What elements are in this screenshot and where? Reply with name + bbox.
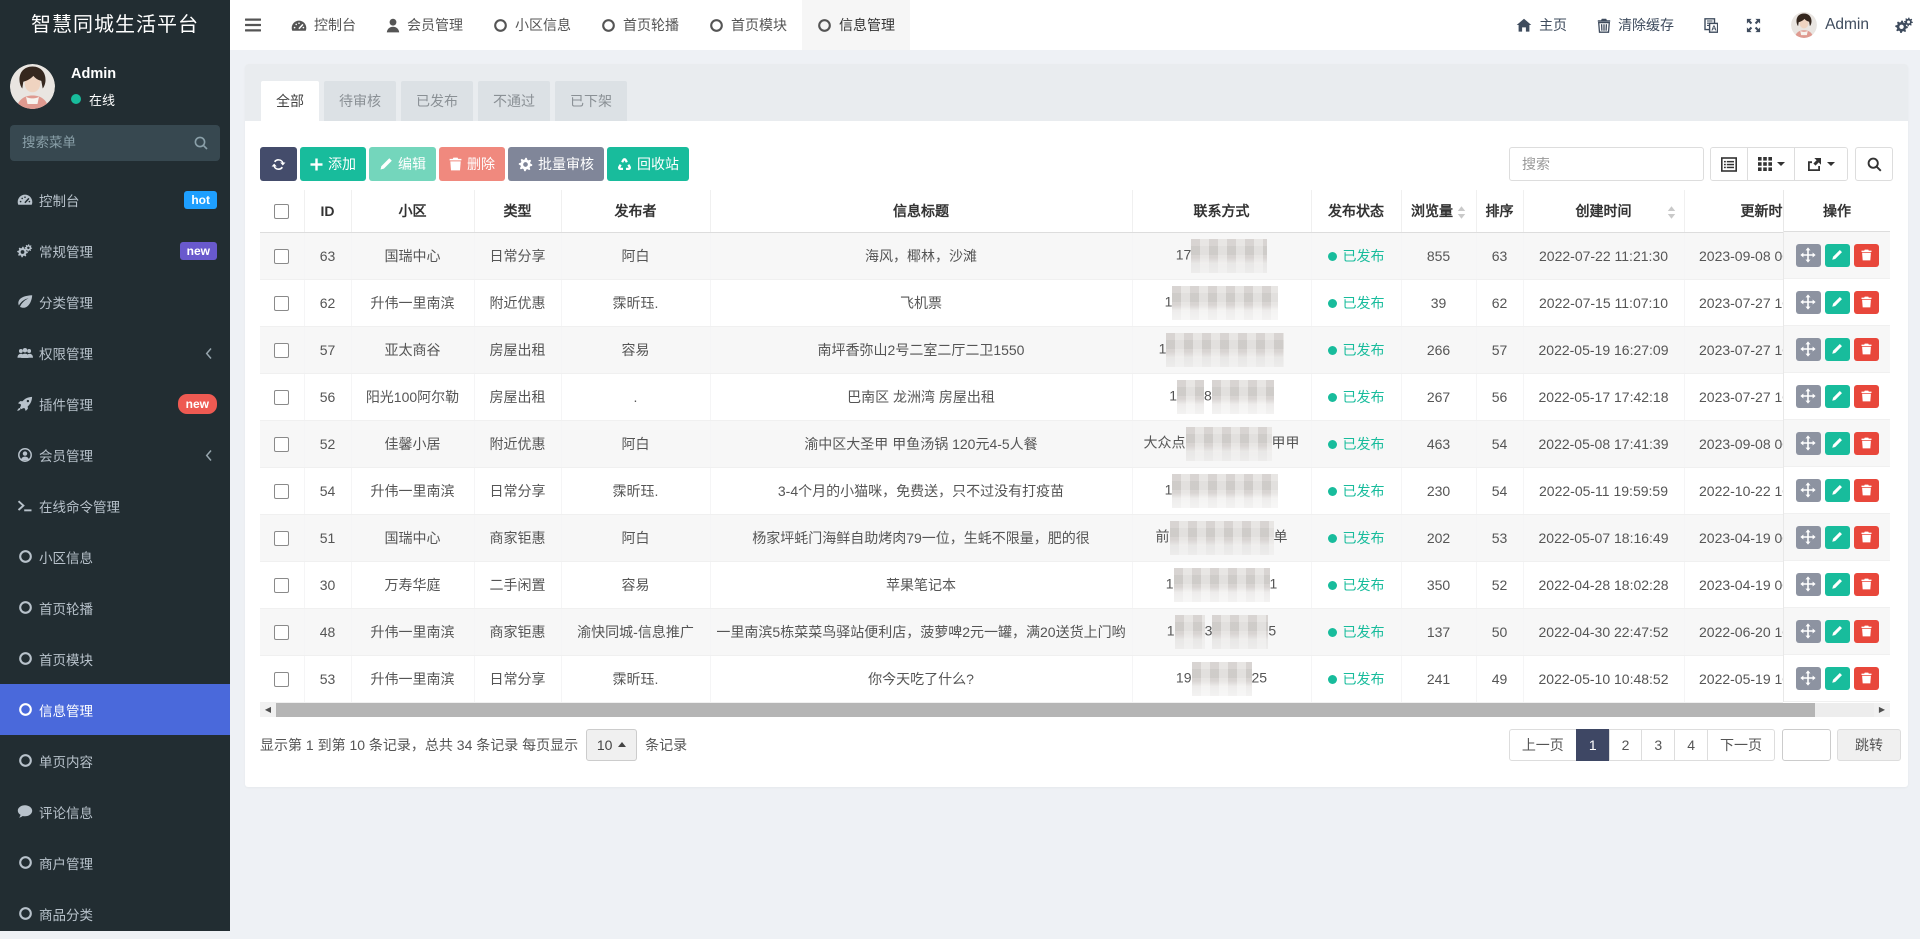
svg-text:A: A [1711, 23, 1717, 32]
